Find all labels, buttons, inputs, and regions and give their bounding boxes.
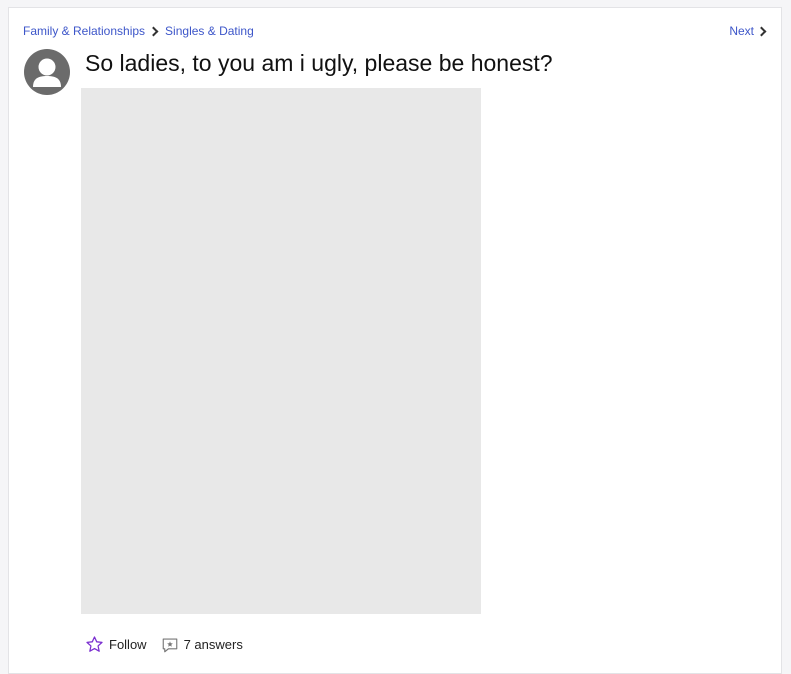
next-label: Next	[729, 24, 754, 38]
follow-button[interactable]: Follow	[85, 635, 147, 654]
avatar[interactable]	[24, 49, 70, 95]
star-outline-icon	[86, 636, 103, 652]
breadcrumb: Family & Relationships Singles & Dating	[23, 24, 254, 38]
next-question-link[interactable]: Next	[729, 24, 767, 38]
breadcrumb-subcategory-link[interactable]: Singles & Dating	[165, 24, 254, 38]
user-silhouette-icon	[33, 58, 61, 87]
question-actions: Follow 7 answers	[85, 635, 243, 654]
breadcrumb-category-link[interactable]: Family & Relationships	[23, 24, 145, 38]
chevron-right-icon	[148, 26, 159, 36]
question-image[interactable]	[81, 88, 481, 614]
answers-link[interactable]: 7 answers	[161, 636, 243, 654]
answers-count: 7 answers	[183, 637, 243, 652]
follow-label: Follow	[109, 637, 147, 652]
question-card: Family & Relationships Singles & Dating …	[8, 7, 782, 674]
comment-star-icon	[162, 637, 177, 652]
chevron-right-icon	[756, 26, 767, 36]
question-title: So ladies, to you am i ugly, please be h…	[85, 50, 553, 76]
